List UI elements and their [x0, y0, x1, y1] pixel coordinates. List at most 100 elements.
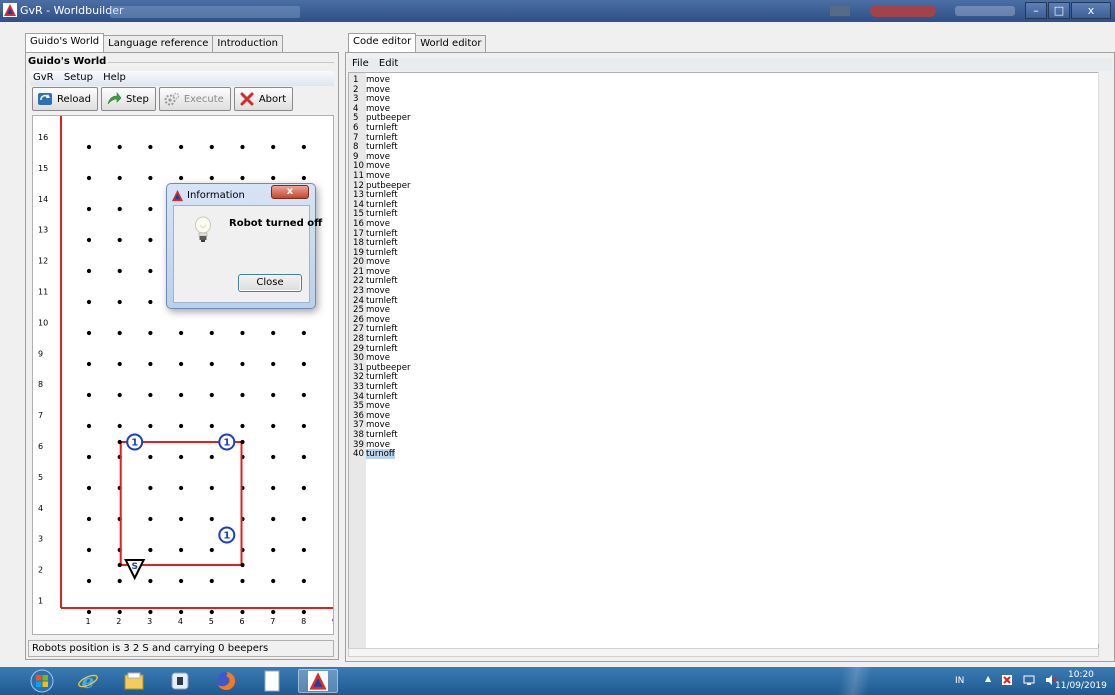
- grid-dot: [148, 609, 153, 615]
- code-text: putbeeper: [366, 180, 411, 191]
- grid-dot: [117, 578, 122, 584]
- start-button[interactable]: [22, 669, 62, 693]
- grid-dot: [179, 485, 184, 491]
- taskbar-shine: [820, 667, 890, 695]
- menu-setup[interactable]: Setup: [61, 71, 97, 83]
- grid-dot: [240, 144, 245, 150]
- grid-dot: [209, 485, 214, 491]
- code-text: putbeeper: [366, 362, 411, 373]
- taskbar-explorer[interactable]: [114, 669, 154, 693]
- grid-dot: [240, 562, 245, 568]
- tray-chevron-icon[interactable]: ▲: [985, 674, 991, 686]
- code-text-area[interactable]: 1 move 2 move 3 move 4 move 5 putbeeper 6 turnleft 7…: [348, 72, 1099, 657]
- y-axis-label: 10: [38, 318, 48, 327]
- grid-dot: [301, 578, 306, 584]
- grid-dot: [179, 361, 184, 367]
- close-button[interactable]: x: [1071, 2, 1111, 19]
- code-text: turnleft: [366, 142, 398, 153]
- code-text: move: [366, 75, 391, 85]
- grid-dot: [301, 423, 306, 429]
- menu-gvr[interactable]: GvR: [30, 71, 58, 83]
- dialog-close-button[interactable]: Close: [238, 274, 302, 292]
- minimize-button[interactable]: –: [1025, 2, 1047, 19]
- tab-introduction[interactable]: Introduction: [212, 35, 283, 52]
- code-text: move: [366, 353, 391, 364]
- language-indicator[interactable]: IN: [955, 676, 964, 686]
- blurred-area: [955, 6, 1015, 16]
- code-text: turnleft: [366, 295, 398, 306]
- dialog-content: Robot turned off Close: [173, 205, 322, 303]
- grid-dot: [240, 175, 245, 181]
- code-text: move: [366, 103, 391, 114]
- taskbar-media[interactable]: [160, 669, 200, 693]
- grid-dot: [148, 423, 153, 429]
- grid-dot: [86, 547, 92, 553]
- clock[interactable]: 10:20 11/09/2019: [1055, 670, 1107, 692]
- execute-button[interactable]: Execute: [158, 87, 231, 111]
- code-text: turnleft: [366, 132, 398, 143]
- dialog-message: Robot turned off: [229, 218, 323, 229]
- y-axis-label: 13: [38, 226, 48, 235]
- guidos-world-panel: Guido's World GvR Setup Help Reload Step: [25, 52, 339, 660]
- grid-dot: [209, 609, 214, 615]
- x-axis-label: 6: [240, 617, 245, 626]
- taskbar-gvr[interactable]: [298, 669, 338, 693]
- taskbar-firefox[interactable]: [206, 669, 246, 693]
- grid-dot: [301, 516, 306, 522]
- grid-dot: [86, 485, 92, 491]
- code-text: move: [366, 401, 391, 412]
- svg-text:e: e: [82, 670, 95, 692]
- grid-dot: [148, 485, 153, 491]
- x-axis-label: 7: [270, 617, 275, 626]
- menu-file[interactable]: File: [348, 58, 372, 69]
- grid-dot: [179, 547, 184, 553]
- taskbar-ie[interactable]: e: [68, 669, 108, 693]
- maximize-button[interactable]: □: [1048, 2, 1070, 19]
- code-text: move: [366, 266, 391, 277]
- step-button[interactable]: Step: [101, 87, 156, 111]
- right-tab-bar: Code editor World editor: [348, 33, 487, 52]
- y-axis-label: 15: [38, 164, 48, 173]
- y-axis-label: 4: [38, 504, 43, 513]
- grid-dot: [148, 299, 153, 305]
- grid-dot: [148, 268, 153, 274]
- menu-edit[interactable]: Edit: [375, 58, 401, 69]
- tab-world-editor[interactable]: World editor: [415, 35, 487, 52]
- grid-dot: [271, 144, 276, 150]
- document-icon: [264, 670, 280, 692]
- group-title: Guido's World: [28, 56, 109, 67]
- tab-code-editor[interactable]: Code editor: [348, 33, 417, 52]
- code-text: turnleft: [366, 247, 398, 258]
- grid-dot: [86, 423, 92, 429]
- grid-dot: [86, 299, 92, 305]
- grid-dot: [271, 423, 276, 429]
- gears-icon: [164, 92, 180, 106]
- x-axis-label: 9: [332, 617, 333, 626]
- grid-dot: [301, 330, 306, 336]
- menu-help[interactable]: Help: [100, 71, 130, 83]
- dialog-close-x-button[interactable]: x: [271, 185, 309, 199]
- code-text: turnleft: [366, 228, 398, 239]
- action-center-flag-icon[interactable]: [1001, 674, 1013, 686]
- code-text: turnleft: [366, 209, 398, 220]
- grid-dot: [148, 361, 153, 367]
- grid-dot: [209, 392, 214, 398]
- vertical-scrollbar[interactable]: [1098, 72, 1114, 644]
- grid-dot: [301, 609, 306, 615]
- network-icon[interactable]: [1023, 674, 1035, 686]
- status-bar: Robots position is 3 2 S and carrying 0 …: [28, 640, 334, 657]
- horizontal-scrollbar[interactable]: [348, 648, 1099, 657]
- grid-dot: [271, 330, 276, 336]
- grid-dot: [117, 175, 122, 181]
- code-text: turnleft: [366, 343, 398, 354]
- tab-guidos-world[interactable]: Guido's World: [25, 33, 105, 52]
- reload-button[interactable]: Reload: [32, 87, 99, 111]
- code-lines: 1 move 2 move 3 move 4 move 5 putbeeper 6 turnleft 7…: [353, 75, 411, 460]
- grid-dot: [271, 175, 276, 181]
- grid-dot: [148, 516, 153, 522]
- beeper-count: 1: [131, 438, 138, 449]
- taskbar-document[interactable]: [252, 669, 292, 693]
- tab-language-reference[interactable]: Language reference: [103, 35, 214, 52]
- abort-label: Abort: [258, 93, 287, 105]
- abort-button[interactable]: Abort: [233, 87, 294, 111]
